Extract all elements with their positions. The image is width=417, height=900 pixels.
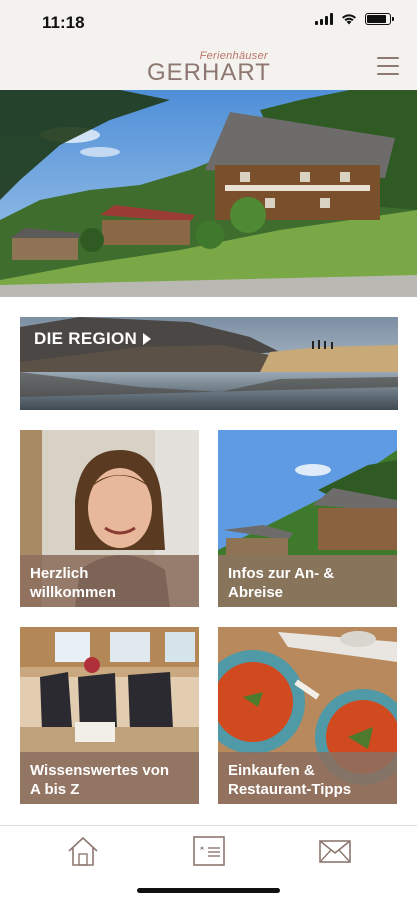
tile-label-line1: Wissenswertes von: [30, 762, 170, 779]
brand-logo[interactable]: Ferienhäuser GERHART: [147, 50, 272, 86]
tile-label: Herzlich willkommen: [20, 555, 199, 607]
signal-icon: [315, 13, 333, 25]
hero-image: [0, 90, 417, 297]
region-banner[interactable]: DIE REGION: [20, 317, 398, 410]
tile-label-line1: Einkaufen &: [228, 762, 315, 779]
tile-arrival-departure[interactable]: Infos zur An- & Abreise: [218, 430, 397, 607]
tile-welcome[interactable]: Herzlich willkommen: [20, 430, 199, 607]
tile-a-to-z[interactable]: Wissenswertes von A bis Z: [20, 627, 199, 804]
status-icons: [315, 13, 394, 25]
tile-label-line2: Restaurant-Tipps: [228, 781, 352, 798]
home-indicator: [137, 888, 280, 893]
tile-shopping-restaurants[interactable]: Einkaufen & Restaurant-Tipps: [218, 627, 397, 804]
home-icon[interactable]: [66, 834, 100, 868]
tile-label-line2: Abreise: [228, 584, 284, 601]
status-time: 11:18: [42, 13, 85, 32]
region-label-text: DIE REGION: [34, 329, 138, 348]
hamburger-menu-icon[interactable]: [377, 57, 399, 75]
tile-label: Einkaufen & Restaurant-Tipps: [218, 752, 397, 804]
id-card-icon[interactable]: [192, 834, 226, 868]
region-banner-label: DIE REGION: [34, 329, 152, 349]
play-arrow-icon: [143, 333, 152, 345]
logo-title: GERHART: [147, 59, 271, 86]
tile-label: Infos zur An- & Abreise: [218, 555, 397, 607]
wifi-icon: [342, 14, 356, 25]
battery-icon: [365, 13, 394, 25]
app-header: 11:18 Ferienhäuser GERHART: [0, 0, 417, 90]
tile-label-line1: Herzlich: [30, 565, 89, 582]
tile-label: Wissenswertes von A bis Z: [20, 752, 199, 804]
mail-icon[interactable]: [318, 834, 352, 868]
tile-label-line1: Infos zur An- &: [228, 565, 335, 582]
tile-label-line2: willkommen: [30, 584, 116, 601]
tile-label-line2: A bis Z: [30, 781, 80, 798]
